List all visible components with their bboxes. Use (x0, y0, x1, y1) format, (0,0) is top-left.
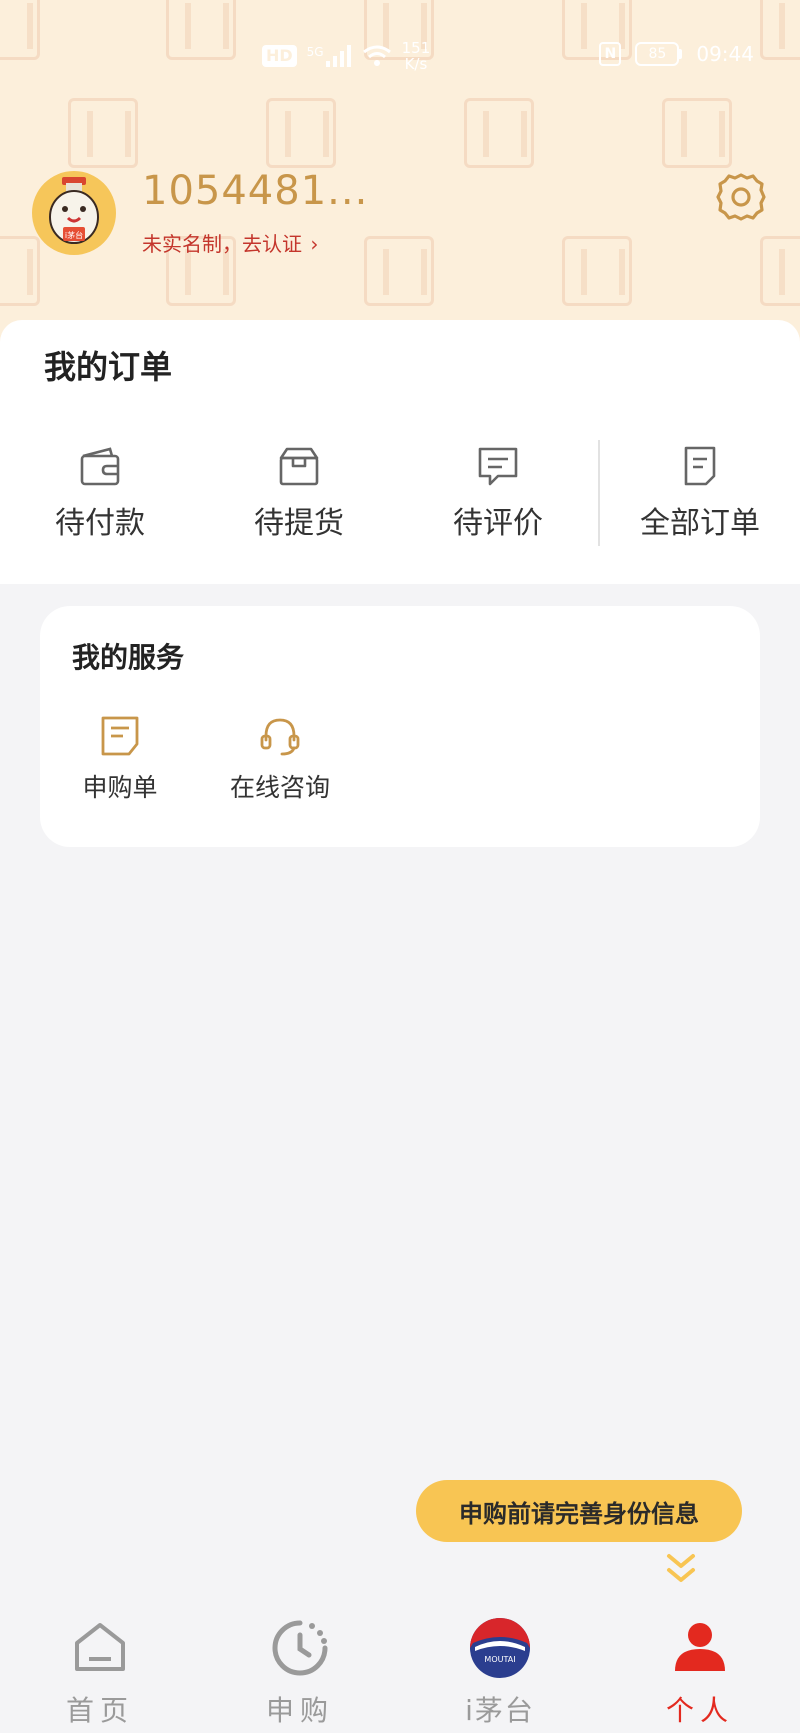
speed-unit: K/s (404, 55, 428, 73)
bottom-tab-bar: 首页 申购 MOUTAI i茅台 个人 (0, 1603, 800, 1733)
profile-header: HD 5G 151 K/s N 85 09:44 i茅台 1054481... … (0, 0, 800, 345)
double-chevron-down-icon (667, 1554, 695, 1582)
order-label: 待提货 (254, 506, 344, 541)
tab-label: i茅台 (465, 1694, 535, 1727)
tab-label: 首页 (65, 1694, 134, 1727)
headset-icon (260, 718, 300, 756)
hd-badge: HD (262, 45, 297, 67)
form-icon (101, 716, 139, 756)
battery-level: 85 (635, 42, 680, 66)
clock-time: 09:44 (696, 42, 754, 66)
order-label: 全部订单 (640, 506, 760, 541)
tab-label: 个人 (665, 1694, 734, 1727)
avatar[interactable]: i茅台 (32, 171, 116, 255)
service-label: 申购单 (82, 773, 158, 802)
document-icon (684, 446, 716, 486)
services-title: 我的服务 (72, 641, 185, 674)
status-bar: HD 5G 151 K/s N 85 09:44 (0, 34, 800, 74)
service-label: 在线咨询 (229, 773, 330, 802)
tab-label: 申购 (265, 1694, 334, 1727)
home-icon (75, 1623, 125, 1671)
nfc-icon: N (599, 42, 622, 66)
order-label: 待付款 (55, 506, 145, 541)
clock-icon (272, 1620, 328, 1676)
orders-card: 我的订单 待付款 待提货 待评价 全部订单 (0, 320, 800, 584)
profile-page: HD 5G 151 K/s N 85 09:44 i茅台 1054481... … (0, 0, 800, 1733)
service-purchase-list[interactable]: 申购单 (60, 714, 180, 804)
tip-text: 申购前请完善身份信息 (459, 1499, 699, 1528)
wifi-icon (362, 45, 391, 66)
order-all[interactable]: 全部订单 (620, 444, 780, 542)
comment-icon (478, 447, 518, 486)
username: 1054481... (142, 168, 369, 214)
avatar-badge-text: i茅台 (65, 230, 83, 240)
order-pending-pickup[interactable]: 待提货 (219, 444, 379, 542)
battery-icon: 85 (635, 42, 683, 66)
box-icon (279, 447, 319, 486)
services-card: 我的服务 申购单 在线咨询 (40, 606, 760, 847)
signal-icon: 5G (307, 45, 352, 67)
verify-text: 未实名制，去认证 (142, 232, 302, 256)
person-icon (675, 1623, 725, 1671)
wallet-icon (80, 447, 120, 486)
tab-home[interactable]: 首页 (40, 1617, 160, 1729)
orders-divider (598, 440, 600, 546)
order-label: 待评价 (453, 506, 543, 541)
tab-imoutai[interactable]: MOUTAI i茅台 (440, 1617, 560, 1729)
tab-personal[interactable]: 个人 (640, 1617, 760, 1729)
orders-title: 我的订单 (44, 348, 173, 386)
mascot-icon: i茅台 (49, 177, 99, 244)
network-speed: 151 K/s (402, 40, 431, 72)
service-online-consult[interactable]: 在线咨询 (220, 714, 340, 804)
signal-label: 5G (306, 45, 324, 59)
moutai-logo-icon: MOUTAI (470, 1618, 530, 1678)
tab-purchase[interactable]: 申购 (240, 1617, 360, 1729)
speed-value: 151 (401, 39, 431, 57)
moutai-logo-text: MOUTAI (484, 1655, 515, 1664)
chevron-right-icon: › (310, 232, 319, 256)
verify-link[interactable]: 未实名制，去认证 › (142, 228, 318, 257)
identity-tip-button[interactable]: 申购前请完善身份信息 (416, 1480, 742, 1542)
gear-icon[interactable] (714, 170, 768, 224)
order-pending-review[interactable]: 待评价 (418, 444, 578, 542)
order-pending-payment[interactable]: 待付款 (20, 444, 180, 542)
